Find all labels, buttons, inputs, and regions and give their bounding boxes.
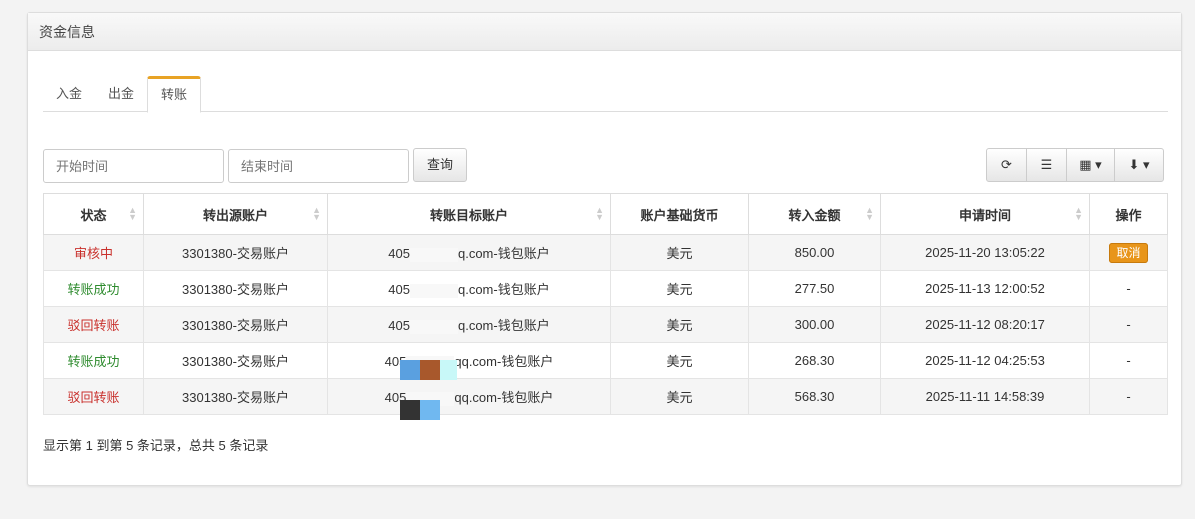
redaction-block <box>409 283 458 298</box>
target-suffix: q.com-钱包账户 <box>457 318 550 333</box>
pagination-summary: 显示第 1 到第 5 条记录，总共 5 条记录 <box>43 438 269 453</box>
header-label: 申请时间 <box>958 207 1011 223</box>
target-prefix: 405 <box>388 318 410 333</box>
target-suffix: q.com-钱包账户 <box>457 282 550 297</box>
source-account-cell: 3301380-交易账户 <box>143 378 328 415</box>
col-amount[interactable]: 转入金额 ▲ ▼ <box>748 193 881 235</box>
redaction-block <box>420 400 440 420</box>
amount-cell: 300.00 <box>748 306 881 343</box>
col-target[interactable]: 转账目标账户 ▲ ▼ <box>327 193 611 235</box>
target-account-cell: 405 q.com-钱包账户 <box>327 306 611 343</box>
table-toolbar: ⟳ ☰ ▦ ▾ ⬇ ▾ <box>986 148 1164 182</box>
source-account-cell: 3301380-交易账户 <box>143 306 328 343</box>
tab-bar: 入金 出金 转账 <box>43 76 1168 113</box>
table-row: 转账成功 3301380-交易账户 405 q.com-钱包账户 美元 277.5… <box>43 270 1168 307</box>
cancel-button[interactable]: 取消 <box>1109 243 1148 263</box>
end-time-input[interactable] <box>228 149 409 183</box>
redaction-block <box>409 247 458 262</box>
query-button[interactable]: 查询 <box>413 148 467 182</box>
amount-cell: 850.00 <box>748 234 881 271</box>
table-row: 转账成功 3301380-交易账户 405 qq.com-钱包账户 美元 268.… <box>43 342 1168 379</box>
time-cell: 2025-11-12 04:25:53 <box>880 342 1090 379</box>
transfer-table: 状态 ▲ ▼ 转出源账户 ▲ ▼ 转账目标账户 ▲ ▼ 账户基础货币 转入金额 ▲ ▼ 申请时间… <box>43 193 1168 415</box>
list-icon[interactable]: ☰ <box>1027 149 1067 181</box>
sort-icon: ▲ ▼ <box>865 205 874 222</box>
target-suffix: qq.com-钱包账户 <box>454 390 554 405</box>
no-action: - <box>1126 353 1131 368</box>
source-account-cell: 3301380-交易账户 <box>143 234 328 271</box>
redaction-block <box>400 360 420 380</box>
action-cell: - <box>1089 378 1168 415</box>
target-prefix: 405 <box>388 246 410 261</box>
tab-transfer[interactable]: 转账 <box>147 76 202 113</box>
table-row: 驳回转账 3301380-交易账户 405 qq.com-钱包账户 美元 568.… <box>43 378 1168 415</box>
status-cell: 驳回转账 <box>43 306 144 343</box>
sort-icon: ▲ ▼ <box>312 205 321 222</box>
target-suffix: q.com-钱包账户 <box>457 246 550 261</box>
action-cell: - <box>1089 270 1168 307</box>
start-time-input[interactable] <box>43 149 224 183</box>
no-action: - <box>1126 281 1131 296</box>
table-row: 驳回转账 3301380-交易账户 405 q.com-钱包账户 美元 300.0… <box>43 306 1168 343</box>
sort-icon: ▲ ▼ <box>128 205 137 222</box>
amount-cell: 277.50 <box>748 270 881 307</box>
col-status[interactable]: 状态 ▲ ▼ <box>43 193 144 235</box>
header-label: 状态 <box>80 207 107 223</box>
sort-icon: ▲ ▼ <box>1074 205 1083 222</box>
sort-icon: ▲ ▼ <box>595 205 604 222</box>
target-account-cell: 405 q.com-钱包账户 <box>327 270 611 307</box>
action-cell: 取消 <box>1089 234 1168 271</box>
target-account-cell: 405 qq.com-钱包账户 <box>327 342 611 379</box>
time-cell: 2025-11-12 08:20:17 <box>880 306 1090 343</box>
currency-cell: 美元 <box>610 306 749 343</box>
currency-cell: 美元 <box>610 270 749 307</box>
status-cell: 审核中 <box>43 234 144 271</box>
time-cell: 2025-11-13 12:00:52 <box>880 270 1090 307</box>
header-label: 转入金额 <box>788 207 841 223</box>
amount-cell: 568.30 <box>748 378 881 415</box>
target-account-cell: 405 qq.com-钱包账户 <box>327 378 611 415</box>
target-account-cell: 405 q.com-钱包账户 <box>327 234 611 271</box>
currency-cell: 美元 <box>610 342 749 379</box>
tab-withdraw[interactable]: 出金 <box>95 76 147 111</box>
col-source[interactable]: 转出源账户 ▲ ▼ <box>143 193 328 235</box>
funds-panel: 资金信息 入金 出金 转账 查询 ⟳ ☰ ▦ ▾ ⬇ ▾ 状态 ▲▼ 转出源账户 ▲… <box>27 12 1182 486</box>
status-cell: 驳回转账 <box>43 378 144 415</box>
time-cell: 2025-11-11 14:58:39 <box>880 378 1090 415</box>
col-action: 操作 <box>1089 193 1168 235</box>
header-label: 转账目标账户 <box>429 207 508 223</box>
columns-icon[interactable]: ▦ ▾ <box>1067 149 1115 181</box>
target-prefix: 405 <box>388 282 410 297</box>
no-action: - <box>1126 389 1131 404</box>
table-row: 审核中 3301380-交易账户 405 q.com-钱包账户 美元 850.00… <box>43 234 1168 271</box>
status-cell: 转账成功 <box>43 270 144 307</box>
refresh-icon[interactable]: ⟳ <box>987 149 1027 181</box>
action-cell: - <box>1089 342 1168 379</box>
currency-cell: 美元 <box>610 378 749 415</box>
time-cell: 2025-11-20 13:05:22 <box>880 234 1090 271</box>
redaction-block <box>409 319 458 334</box>
source-account-cell: 3301380-交易账户 <box>143 270 328 307</box>
panel-title: 资金信息 <box>28 13 1181 51</box>
tab-deposit[interactable]: 入金 <box>43 76 95 111</box>
redaction-block <box>440 360 457 380</box>
export-icon[interactable]: ⬇ ▾ <box>1115 149 1163 181</box>
header-label: 转出源账户 <box>202 207 268 223</box>
col-currency: 账户基础货币 <box>610 193 749 235</box>
target-suffix: qq.com-钱包账户 <box>454 354 554 369</box>
no-action: - <box>1126 317 1131 332</box>
amount-cell: 268.30 <box>748 342 881 379</box>
currency-cell: 美元 <box>610 234 749 271</box>
source-account-cell: 3301380-交易账户 <box>143 342 328 379</box>
status-cell: 转账成功 <box>43 342 144 379</box>
redaction-block <box>420 360 440 380</box>
redaction-block <box>400 400 420 420</box>
action-cell: - <box>1089 306 1168 343</box>
col-time[interactable]: 申请时间 ▲ ▼ <box>880 193 1090 235</box>
